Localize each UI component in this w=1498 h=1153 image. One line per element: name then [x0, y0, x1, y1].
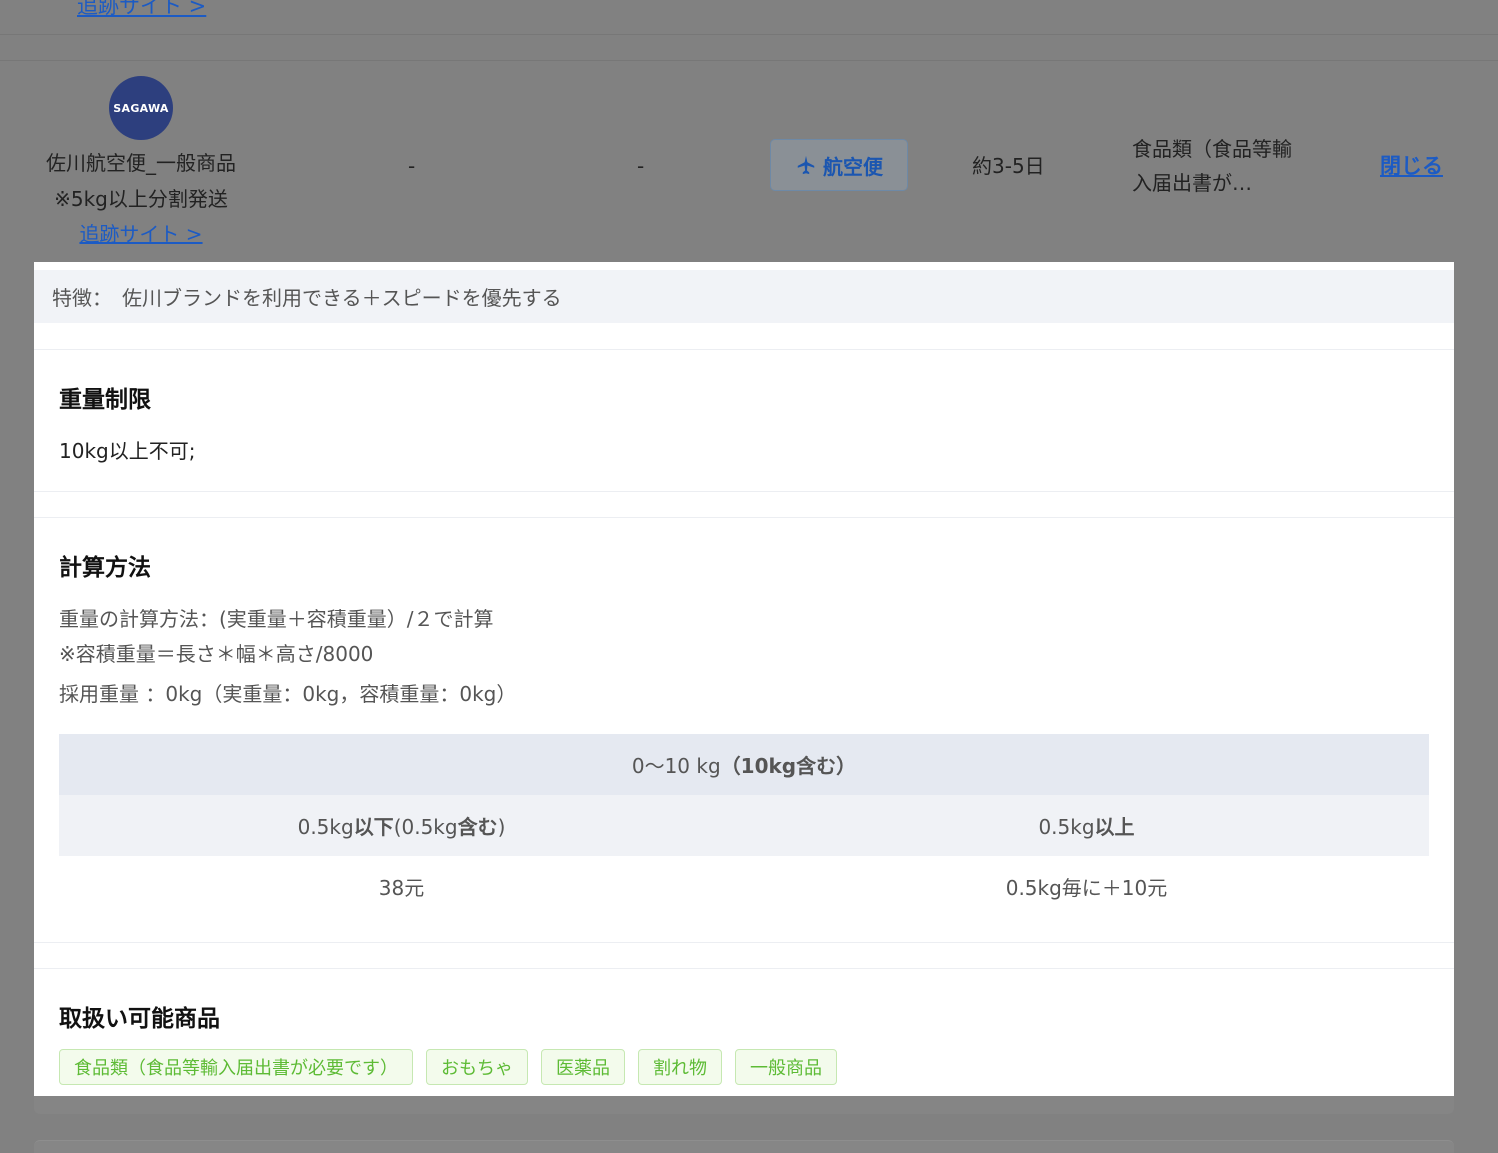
- carrier-logo: SAGAWA: [109, 76, 173, 140]
- goods-title: 取扱い可能商品: [59, 1006, 220, 1032]
- col1-value: 38元: [378, 876, 425, 900]
- carrier-note: ※5kg以上分割発送: [54, 187, 228, 211]
- track-link[interactable]: 追跡サイト >: [79, 222, 202, 246]
- range-header: 0〜10 kg（10kg含む）: [59, 734, 1429, 795]
- col-2-value: -: [408, 154, 416, 178]
- col2-header-part: 以上: [1094, 815, 1135, 839]
- goods-tag: 食品類（食品等輸入届出書が必要です）: [59, 1049, 413, 1085]
- calc-method-title: 計算方法: [59, 555, 151, 581]
- col2-value: 0.5kg毎に＋10元: [1005, 876, 1168, 900]
- carrier-row: SAGAWA 佐川航空便_一般商品 ※5kg以上分割発送 追跡サイト > - -…: [0, 60, 1498, 262]
- divider: [0, 34, 1498, 35]
- feature-label: 特徴：: [52, 286, 112, 310]
- range-header-note: （10kg含む）: [720, 754, 857, 778]
- weight-limit-text: 10kg以上不可;: [59, 439, 196, 463]
- rate-table-range-row: 0〜10 kg（10kg含む）: [59, 734, 1429, 795]
- close-link[interactable]: 閉じる: [1380, 150, 1443, 180]
- col1-header-part: 0.5kg: [297, 815, 354, 839]
- range-header-value: 0〜10 kg: [631, 754, 721, 778]
- col1-header-part: (0.5kg: [393, 815, 458, 839]
- col1-header-part: ): [497, 815, 506, 839]
- carrier-name: 佐川航空便_一般商品: [46, 151, 236, 175]
- air-mode-label: 航空便: [823, 154, 883, 179]
- goods-tag: おもちゃ: [426, 1049, 528, 1085]
- air-mode-button[interactable]: 航空便: [770, 139, 908, 191]
- goods-card: 取扱い可能商品 食品類（食品等輸入届出書が必要です） おもちゃ 医薬品 割れ物 …: [34, 968, 1454, 1096]
- feature-bar: 特徴： 佐川ブランドを利用できる＋スピードを優先する: [34, 270, 1454, 323]
- col-3-value: -: [637, 154, 645, 178]
- feature-text: 佐川ブランドを利用できる＋スピードを優先する: [122, 286, 562, 310]
- panel-bottom-edge: [34, 1096, 1454, 1114]
- airplane-icon: [797, 155, 815, 175]
- calc-method-card: 計算方法 重量の計算方法：(実重量＋容積重量）/２で計算 ※容積重量＝長さ＊幅＊…: [34, 517, 1454, 943]
- calc-formula: 重量の計算方法：(実重量＋容積重量）/２で計算: [59, 607, 494, 631]
- carrier-logo-text: SAGAWA: [113, 101, 169, 115]
- goods-tag: 一般商品: [735, 1049, 837, 1085]
- delivery-days: 約3-5日: [972, 154, 1045, 178]
- weight-limit-title: 重量制限: [59, 387, 151, 413]
- weight-limit-card: 重量制限 10kg以上不可;: [34, 349, 1454, 492]
- detail-panel: 特徴： 佐川ブランドを利用できる＋スピードを優先する 重量制限 10kg以上不可…: [34, 262, 1454, 1096]
- adopted-weight: 採用重量 ：0kg（実重量：0kg，容積重量：0kg）: [59, 682, 517, 706]
- rate-table-row: 38元 0.5kg毎に＋10元: [59, 856, 1429, 917]
- rate-table-header-row: 0.5kg以下(0.5kg含む) 0.5kg以上: [59, 795, 1429, 856]
- col1-header-part: 以下: [353, 815, 394, 839]
- col2-header-part: 0.5kg: [1038, 815, 1095, 839]
- rate-table: 0〜10 kg（10kg含む） 0.5kg以下(0.5kg含む) 0.5kg以上…: [59, 734, 1429, 917]
- col2-header: 0.5kg以上: [744, 795, 1429, 856]
- categories-preview: 食品類（食品等輸入届出書が…: [1132, 137, 1292, 195]
- prev-track-link[interactable]: 追跡サイト >: [77, 0, 206, 20]
- col1-header-part: 含む: [457, 815, 498, 839]
- col1-header: 0.5kg以下(0.5kg含む): [59, 795, 744, 856]
- volume-formula: ※容積重量＝長さ＊幅＊高さ/8000: [59, 642, 374, 666]
- goods-tags: 食品類（食品等輸入届出書が必要です） おもちゃ 医薬品 割れ物 一般商品: [59, 1049, 837, 1085]
- next-row-edge: [34, 1140, 1454, 1153]
- carrier-cell: SAGAWA 佐川航空便_一般商品 ※5kg以上分割発送 追跡サイト >: [20, 76, 262, 251]
- goods-tag: 医薬品: [541, 1049, 625, 1085]
- goods-tag: 割れ物: [638, 1049, 722, 1085]
